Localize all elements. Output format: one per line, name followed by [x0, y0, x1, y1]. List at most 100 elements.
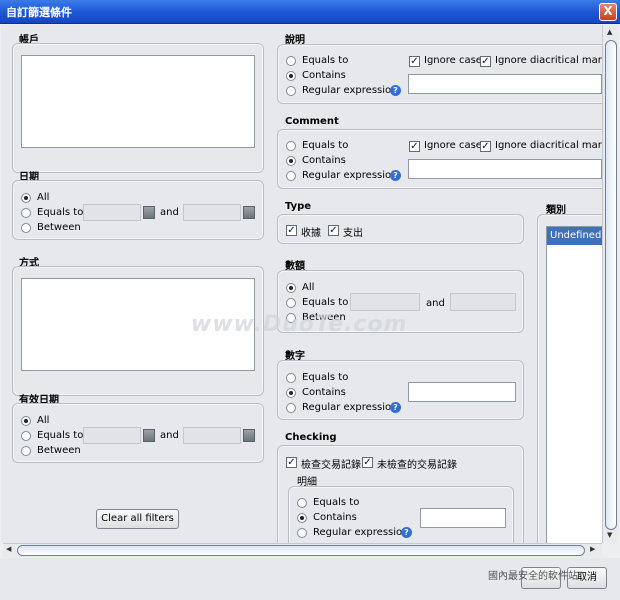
checking-group: ✓ 檢查交易記錄 ✓ 未檢查的交易記錄 明細 Equals to Contain…	[277, 445, 524, 543]
detail-equals-radio[interactable]	[297, 498, 307, 508]
valid-date-to-field[interactable]	[183, 427, 241, 444]
help-icon[interactable]: ?	[390, 170, 401, 181]
amount-all-label: All	[302, 282, 315, 293]
date-between-label: Between	[37, 222, 81, 233]
desc-contains-radio[interactable]	[286, 71, 296, 81]
desc-equals-label: Equals to	[302, 55, 349, 66]
clear-all-filters-button[interactable]: Clear all filters	[96, 509, 179, 529]
detail-regex-radio[interactable]	[297, 528, 307, 538]
valid-date-all-label: All	[37, 415, 50, 426]
comment-ignore-case-label: Ignore case	[424, 140, 482, 151]
valid-date-equals-label: Equals to	[37, 430, 84, 441]
detail-regex-label: Regular expression	[313, 527, 409, 538]
unchecked-transactions-checkbox[interactable]: ✓	[362, 457, 373, 468]
number-regex-radio[interactable]	[286, 403, 296, 413]
desc-regex-label: Regular expression	[302, 85, 398, 96]
amount-to-field[interactable]	[450, 293, 516, 311]
date-group: All Equals to and Between	[12, 180, 264, 240]
comment-input[interactable]	[408, 159, 602, 179]
type-group: ✓ 收據 ✓ 支出	[277, 214, 524, 244]
dialog-content: 帳戶 日期 All Equals to and Between 方式 有效日期 …	[1, 25, 602, 543]
desc-equals-radio[interactable]	[286, 56, 296, 66]
calendar-icon[interactable]	[243, 429, 255, 442]
site-watermark: 國內最安全的軟件站	[488, 571, 578, 582]
scroll-right-icon[interactable]: ▶	[590, 545, 595, 553]
scroll-up-icon[interactable]: ▲	[607, 28, 612, 36]
comment-regex-radio[interactable]	[286, 171, 296, 181]
valid-date-all-radio[interactable]	[21, 416, 31, 426]
scroll-left-icon[interactable]: ◀	[6, 545, 11, 553]
comment-ignore-diacritical-checkbox[interactable]: ✓	[480, 141, 491, 152]
detail-equals-label: Equals to	[313, 497, 360, 508]
number-contains-radio[interactable]	[286, 388, 296, 398]
type-header: Type	[285, 201, 312, 212]
valid-date-and-label: and	[160, 430, 179, 441]
desc-contains-label: Contains	[302, 70, 346, 81]
watermark-text: www.DuoTe.com	[191, 312, 408, 337]
desc-ignore-case-checkbox[interactable]: ✓	[409, 56, 420, 67]
number-input[interactable]	[408, 382, 516, 402]
desc-ignore-diacritical-checkbox[interactable]: ✓	[480, 56, 491, 67]
type-expense-checkbox[interactable]: ✓	[328, 225, 339, 236]
number-equals-radio[interactable]	[286, 373, 296, 383]
number-regex-label: Regular expression	[302, 402, 398, 413]
comment-contains-radio[interactable]	[286, 156, 296, 166]
vertical-scroll-thumb[interactable]	[605, 40, 617, 530]
category-item-undefined[interactable]: Undefined	[547, 227, 602, 245]
checking-header: Checking	[285, 432, 337, 443]
date-from-field[interactable]	[83, 204, 141, 221]
description-input[interactable]	[408, 74, 602, 94]
horizontal-scroll-thumb[interactable]	[17, 545, 585, 556]
checked-transactions-label: 檢查交易記錄	[301, 460, 361, 471]
comment-ignore-case-checkbox[interactable]: ✓	[409, 141, 420, 152]
comment-regex-label: Regular expression	[302, 170, 398, 181]
scroll-down-icon[interactable]: ▼	[607, 531, 612, 539]
comment-equals-label: Equals to	[302, 140, 349, 151]
comment-group: Equals to Contains Regular expression ? …	[277, 129, 602, 189]
calendar-icon[interactable]	[243, 206, 255, 219]
valid-date-between-label: Between	[37, 445, 81, 456]
category-group: Undefined	[537, 214, 602, 543]
amount-equals-radio[interactable]	[286, 298, 296, 308]
valid-date-group: All Equals to and Between	[12, 403, 264, 463]
category-list[interactable]: Undefined	[546, 226, 602, 543]
window-title: 自訂篩選條件	[6, 6, 72, 19]
detail-contains-label: Contains	[313, 512, 357, 523]
detail-contains-radio[interactable]	[297, 513, 307, 523]
date-to-field[interactable]	[183, 204, 241, 221]
type-income-checkbox[interactable]: ✓	[286, 225, 297, 236]
number-equals-label: Equals to	[302, 372, 349, 383]
help-icon[interactable]: ?	[390, 85, 401, 96]
date-equals-label: Equals to	[37, 207, 84, 218]
desc-ignore-case-label: Ignore case	[424, 55, 482, 66]
vertical-scrollbar[interactable]: ▲ ▼	[602, 25, 618, 543]
number-group: Equals to Contains Regular expression ?	[277, 360, 524, 420]
amount-all-radio[interactable]	[286, 283, 296, 293]
date-between-radio[interactable]	[21, 223, 31, 233]
calendar-icon[interactable]	[143, 429, 155, 442]
valid-date-between-radio[interactable]	[21, 446, 31, 456]
comment-contains-label: Contains	[302, 155, 346, 166]
close-button[interactable]: X	[599, 3, 617, 21]
filter-dialog: 自訂篩選條件 X 帳戶 日期 All Equals to and Between…	[0, 0, 620, 600]
help-icon[interactable]: ?	[401, 527, 412, 538]
detail-input[interactable]	[420, 508, 506, 528]
comment-equals-radio[interactable]	[286, 141, 296, 151]
date-equals-radio[interactable]	[21, 208, 31, 218]
detail-group: Equals to Contains Regular expression ?	[288, 486, 514, 543]
desc-ignore-diacritical-label: Ignore diacritical marks	[495, 55, 602, 66]
comment-header: Comment	[285, 116, 339, 127]
help-icon[interactable]: ?	[390, 402, 401, 413]
date-all-radio[interactable]	[21, 193, 31, 203]
valid-date-equals-radio[interactable]	[21, 431, 31, 441]
type-expense-label: 支出	[343, 228, 363, 239]
amount-equals-label: Equals to	[302, 297, 349, 308]
account-list[interactable]	[21, 55, 255, 148]
amount-from-field[interactable]	[350, 293, 420, 311]
unchecked-transactions-label: 未檢查的交易記錄	[377, 460, 457, 471]
checked-transactions-checkbox[interactable]: ✓	[286, 457, 297, 468]
desc-regex-radio[interactable]	[286, 86, 296, 96]
calendar-icon[interactable]	[143, 206, 155, 219]
valid-date-from-field[interactable]	[83, 427, 141, 444]
horizontal-scrollbar[interactable]: ◀ ▶	[3, 543, 602, 557]
